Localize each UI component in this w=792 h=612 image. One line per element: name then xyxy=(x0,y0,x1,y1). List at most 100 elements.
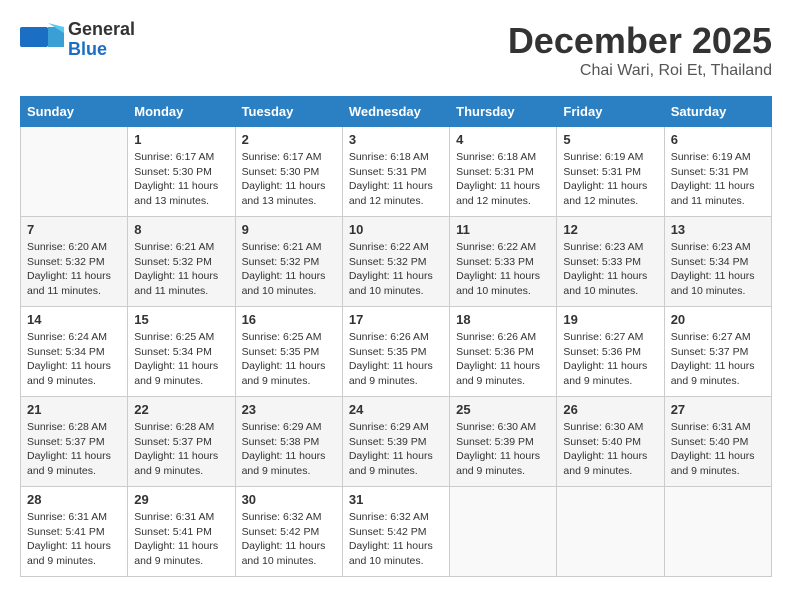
day-number: 20 xyxy=(671,312,765,327)
day-info: Sunrise: 6:31 AM Sunset: 5:41 PM Dayligh… xyxy=(134,510,228,569)
calendar-cell: 1 Sunrise: 6:17 AM Sunset: 5:30 PM Daylig… xyxy=(128,127,235,217)
day-number: 6 xyxy=(671,132,765,147)
day-info: Sunrise: 6:31 AM Sunset: 5:41 PM Dayligh… xyxy=(27,510,121,569)
title-block: December 2025 Chai Wari, Roi Et, Thailan… xyxy=(508,20,772,80)
calendar-cell: 17Sunrise: 6:26 AM Sunset: 5:35 PM Dayli… xyxy=(342,307,449,397)
day-info: Sunrise: 6:21 AM Sunset: 5:32 PM Dayligh… xyxy=(134,240,228,299)
day-info: Sunrise: 6:28 AM Sunset: 5:37 PM Dayligh… xyxy=(134,420,228,479)
day-info: Sunrise: 6:30 AM Sunset: 5:39 PM Dayligh… xyxy=(456,420,550,479)
day-number: 16 xyxy=(242,312,336,327)
day-number: 29 xyxy=(134,492,228,507)
day-number: 19 xyxy=(563,312,657,327)
logo-blue-text: Blue xyxy=(68,40,135,60)
calendar-cell: 16 Sunrise: 6:25 AM Sunset: 5:35 PM Dayli… xyxy=(235,307,342,397)
calendar-cell: 5 Sunrise: 6:19 AM Sunset: 5:31 PM Daylig… xyxy=(557,127,664,217)
day-info: Sunrise: 6:19 AM Sunset: 5:31 PM Dayligh… xyxy=(563,150,657,209)
header-saturday: Saturday xyxy=(664,97,771,127)
location-text: Chai Wari, Roi Et, Thailand xyxy=(508,62,772,80)
day-info: Sunrise: 6:30 AM Sunset: 5:40 PM Dayligh… xyxy=(563,420,657,479)
calendar-cell: 6 Sunrise: 6:19 AM Sunset: 5:31 PM Daylig… xyxy=(664,127,771,217)
calendar-header-row: SundayMondayTuesdayWednesdayThursdayFrid… xyxy=(21,97,772,127)
day-number: 11 xyxy=(456,222,550,237)
calendar-cell: 18 Sunrise: 6:26 AM Sunset: 5:36 PM Dayli… xyxy=(450,307,557,397)
day-info: Sunrise: 6:17 AM Sunset: 5:30 PM Dayligh… xyxy=(134,150,228,209)
header-tuesday: Tuesday xyxy=(235,97,342,127)
calendar-cell: 19 Sunrise: 6:27 AM Sunset: 5:36 PM Dayli… xyxy=(557,307,664,397)
day-info: Sunrise: 6:25 AM Sunset: 5:34 PM Dayligh… xyxy=(134,330,228,389)
day-number: 24 xyxy=(349,402,443,417)
calendar-cell: 30 Sunrise: 6:32 AM Sunset: 5:42 PM Dayli… xyxy=(235,487,342,577)
day-number: 4 xyxy=(456,132,550,147)
day-number: 9 xyxy=(242,222,336,237)
day-info: Sunrise: 6:19 AM Sunset: 5:31 PM Dayligh… xyxy=(671,150,765,209)
calendar-week-2: 7 Sunrise: 6:20 AM Sunset: 5:32 PM Daylig… xyxy=(21,217,772,307)
calendar-week-3: 14Sunrise: 6:24 AM Sunset: 5:34 PM Dayli… xyxy=(21,307,772,397)
day-number: 27 xyxy=(671,402,765,417)
header-thursday: Thursday xyxy=(450,97,557,127)
day-number: 28 xyxy=(27,492,121,507)
day-number: 1 xyxy=(134,132,228,147)
calendar-cell: 24 Sunrise: 6:29 AM Sunset: 5:39 PM Dayli… xyxy=(342,397,449,487)
day-info: Sunrise: 6:26 AM Sunset: 5:36 PM Dayligh… xyxy=(456,330,550,389)
day-number: 22 xyxy=(134,402,228,417)
calendar-cell: 21Sunrise: 6:28 AM Sunset: 5:37 PM Dayli… xyxy=(21,397,128,487)
day-number: 10 xyxy=(349,222,443,237)
day-info: Sunrise: 6:21 AM Sunset: 5:32 PM Dayligh… xyxy=(242,240,336,299)
day-info: Sunrise: 6:29 AM Sunset: 5:38 PM Dayligh… xyxy=(242,420,336,479)
calendar-cell: 22 Sunrise: 6:28 AM Sunset: 5:37 PM Dayli… xyxy=(128,397,235,487)
day-info: Sunrise: 6:18 AM Sunset: 5:31 PM Dayligh… xyxy=(349,150,443,209)
header-sunday: Sunday xyxy=(21,97,128,127)
calendar-cell: 15 Sunrise: 6:25 AM Sunset: 5:34 PM Dayli… xyxy=(128,307,235,397)
day-number: 15 xyxy=(134,312,228,327)
calendar-cell: 23 Sunrise: 6:29 AM Sunset: 5:38 PM Dayli… xyxy=(235,397,342,487)
calendar-cell: 29 Sunrise: 6:31 AM Sunset: 5:41 PM Dayli… xyxy=(128,487,235,577)
calendar-cell: 14Sunrise: 6:24 AM Sunset: 5:34 PM Dayli… xyxy=(21,307,128,397)
day-info: Sunrise: 6:23 AM Sunset: 5:33 PM Dayligh… xyxy=(563,240,657,299)
day-info: Sunrise: 6:17 AM Sunset: 5:30 PM Dayligh… xyxy=(242,150,336,209)
day-number: 7 xyxy=(27,222,121,237)
logo: General Blue xyxy=(20,20,135,60)
logo-general-text: General xyxy=(68,20,135,40)
calendar-cell: 11Sunrise: 6:22 AM Sunset: 5:33 PM Dayli… xyxy=(450,217,557,307)
calendar-cell: 25 Sunrise: 6:30 AM Sunset: 5:39 PM Dayli… xyxy=(450,397,557,487)
calendar-week-5: 28 Sunrise: 6:31 AM Sunset: 5:41 PM Dayli… xyxy=(21,487,772,577)
day-number: 30 xyxy=(242,492,336,507)
day-number: 23 xyxy=(242,402,336,417)
day-number: 13 xyxy=(671,222,765,237)
day-info: Sunrise: 6:27 AM Sunset: 5:37 PM Dayligh… xyxy=(671,330,765,389)
day-info: Sunrise: 6:18 AM Sunset: 5:31 PM Dayligh… xyxy=(456,150,550,209)
calendar-table: SundayMondayTuesdayWednesdayThursdayFrid… xyxy=(20,96,772,577)
day-number: 5 xyxy=(563,132,657,147)
day-number: 25 xyxy=(456,402,550,417)
day-number: 21 xyxy=(27,402,121,417)
calendar-cell: 12Sunrise: 6:23 AM Sunset: 5:33 PM Dayli… xyxy=(557,217,664,307)
day-info: Sunrise: 6:25 AM Sunset: 5:35 PM Dayligh… xyxy=(242,330,336,389)
calendar-cell: 8 Sunrise: 6:21 AM Sunset: 5:32 PM Daylig… xyxy=(128,217,235,307)
logo-icon xyxy=(20,23,64,57)
day-info: Sunrise: 6:20 AM Sunset: 5:32 PM Dayligh… xyxy=(27,240,121,299)
header-wednesday: Wednesday xyxy=(342,97,449,127)
day-number: 26 xyxy=(563,402,657,417)
day-number: 18 xyxy=(456,312,550,327)
day-info: Sunrise: 6:23 AM Sunset: 5:34 PM Dayligh… xyxy=(671,240,765,299)
calendar-cell xyxy=(557,487,664,577)
day-info: Sunrise: 6:32 AM Sunset: 5:42 PM Dayligh… xyxy=(242,510,336,569)
day-number: 8 xyxy=(134,222,228,237)
day-info: Sunrise: 6:31 AM Sunset: 5:40 PM Dayligh… xyxy=(671,420,765,479)
day-number: 31 xyxy=(349,492,443,507)
day-info: Sunrise: 6:27 AM Sunset: 5:36 PM Dayligh… xyxy=(563,330,657,389)
calendar-cell: 20 Sunrise: 6:27 AM Sunset: 5:37 PM Dayli… xyxy=(664,307,771,397)
calendar-cell: 4 Sunrise: 6:18 AM Sunset: 5:31 PM Daylig… xyxy=(450,127,557,217)
day-info: Sunrise: 6:22 AM Sunset: 5:32 PM Dayligh… xyxy=(349,240,443,299)
day-info: Sunrise: 6:29 AM Sunset: 5:39 PM Dayligh… xyxy=(349,420,443,479)
header-friday: Friday xyxy=(557,97,664,127)
calendar-cell xyxy=(21,127,128,217)
day-number: 17 xyxy=(349,312,443,327)
calendar-cell: 13 Sunrise: 6:23 AM Sunset: 5:34 PM Dayli… xyxy=(664,217,771,307)
day-number: 2 xyxy=(242,132,336,147)
calendar-cell: 31Sunrise: 6:32 AM Sunset: 5:42 PM Dayli… xyxy=(342,487,449,577)
day-info: Sunrise: 6:24 AM Sunset: 5:34 PM Dayligh… xyxy=(27,330,121,389)
calendar-week-1: 1 Sunrise: 6:17 AM Sunset: 5:30 PM Daylig… xyxy=(21,127,772,217)
calendar-week-4: 21 Sunrise: 6:28 AM Sunset: 5:37 PM Dayli… xyxy=(21,397,772,487)
calendar-cell: 7 Sunrise: 6:20 AM Sunset: 5:32 PM Daylig… xyxy=(21,217,128,307)
